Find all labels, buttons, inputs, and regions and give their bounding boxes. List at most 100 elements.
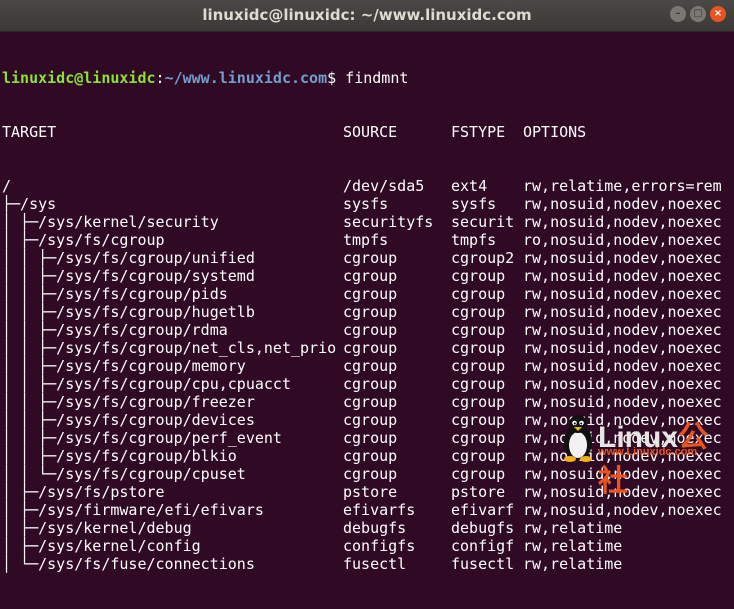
table-row: / /dev/sda5 ext4 rw,relatime,errors=rem — [2, 177, 734, 195]
cell-source: cgroup — [343, 339, 398, 357]
cell-target: │ │ ├─/sys/fs/cgroup/cpu,cpuacct — [2, 375, 291, 393]
table-row: ├─/sys sysfs sysfs rw,nosuid,nodev,noexec — [2, 195, 734, 213]
watermark-url: www.Linuxidc.com — [598, 446, 698, 458]
cell-source: cgroup — [343, 357, 398, 375]
mount-table: //dev/sda5 ext4 rw,relatime,errors=rem ├─/s… — [2, 177, 734, 573]
prompt-symbol: $ — [327, 69, 337, 87]
table-header: TARGET SOURCE FSTYPE OPTIONS — [2, 123, 734, 141]
cell-source: cgroup — [343, 411, 398, 429]
cell-fstype: sysfs — [451, 195, 497, 213]
cell-options: rw,nosuid,nodev,noexec — [523, 339, 722, 357]
cell-options: rw,nosuid,nodev,noexec — [523, 249, 722, 267]
table-row: │ │ ├─/sys/fs/cgroup/cpu,cpuacct cgroup cg… — [2, 375, 734, 393]
prompt-path: ~/www.linuxidc.com — [164, 69, 328, 87]
cell-options: rw,nosuid,nodev,noexec — [523, 303, 722, 321]
cell-target: │ ├─/sys/fs/pstore — [2, 483, 165, 501]
table-row: │ │ ├─/sys/fs/cgroup/memory cgroup cgroup r… — [2, 357, 734, 375]
cell-target: │ │ ├─/sys/fs/cgroup/memory — [2, 357, 246, 375]
cell-fstype: cgroup — [451, 339, 506, 357]
cell-options: rw,nosuid,nodev,noexec — [523, 321, 722, 339]
table-row: │ │ ├─/sys/fs/cgroup/freezer cgroup cgroup… — [2, 393, 734, 411]
cell-source: cgroup — [343, 465, 398, 483]
cell-options: rw,nosuid,nodev,noexec — [523, 393, 722, 411]
cell-source: /dev/sda5 — [343, 177, 425, 195]
header-target: TARGET — [2, 123, 57, 141]
table-row: │ │ ├─/sys/fs/cgroup/pids cgroup cgroup rw,… — [2, 285, 734, 303]
cell-source: tmpfs — [343, 231, 389, 249]
table-row: │ │ ├─/sys/fs/cgroup/hugetlb cgroup cgroup… — [2, 303, 734, 321]
title-bar[interactable]: linuxidc@linuxidc: ~/www.linuxidc.com – … — [0, 0, 734, 32]
cell-target: │ │ ├─/sys/fs/cgroup/hugetlb — [2, 303, 255, 321]
cell-source: efivarfs — [343, 501, 416, 519]
penguin-icon — [564, 415, 592, 462]
cell-target: │ ├─/sys/firmware/efi/efivars — [2, 501, 264, 519]
cell-source: cgroup — [343, 375, 398, 393]
cell-source: cgroup — [343, 393, 398, 411]
cell-target: │ │ ├─/sys/fs/cgroup/net_cls,net_prio — [2, 339, 337, 357]
cell-options: rw,nosuid,nodev,noexec — [523, 267, 722, 285]
cell-fstype: cgroup — [451, 357, 506, 375]
cell-source: cgroup — [343, 429, 398, 447]
table-row: │ └─/sys/fs/fuse/connections fusectl fusec… — [2, 555, 734, 573]
terminal-output[interactable]: linuxidc@linuxidc:~/www.linuxidc.com$ fi… — [2, 33, 734, 573]
table-row: │ │ ├─/sys/fs/cgroup/rdma cgroup cgroup rw,… — [2, 321, 734, 339]
cell-fstype: cgroup — [451, 429, 506, 447]
cell-source: fusectl — [343, 555, 407, 573]
cell-target: │ ├─/sys/kernel/security — [2, 213, 219, 231]
table-row: │ │ ├─/sys/fs/cgroup/net_cls,net_prio cgr… — [2, 339, 734, 357]
cell-target: │ │ ├─/sys/fs/cgroup/perf_event — [2, 429, 282, 447]
cell-fstype: cgroup — [451, 303, 506, 321]
prompt-separator: : — [155, 69, 165, 87]
maximize-button[interactable]: □ — [690, 6, 706, 22]
cell-source: pstore — [343, 483, 398, 501]
cell-fstype: cgroup — [451, 393, 506, 411]
cell-fstype: cgroup — [451, 447, 506, 465]
header-fstype: FSTYPE — [451, 123, 506, 141]
terminal-window: linuxidc@linuxidc: ~/www.linuxidc.com – … — [0, 0, 734, 573]
cell-fstype: efivarf — [451, 501, 515, 519]
cell-source: cgroup — [343, 249, 398, 267]
cell-source: securityfs — [343, 213, 434, 231]
cell-source: sysfs — [343, 195, 389, 213]
cell-fstype: cgroup — [451, 411, 506, 429]
header-options: OPTIONS — [523, 123, 587, 141]
cell-fstype: ext4 — [451, 177, 488, 195]
cell-options: rw,relatime — [523, 555, 623, 573]
command-text: findmnt — [336, 69, 409, 87]
cell-options: ro,nosuid,nodev,noexec — [523, 231, 722, 249]
cell-target: │ │ ├─/sys/fs/cgroup/freezer — [2, 393, 255, 411]
prompt-line: linuxidc@linuxidc:~/www.linuxidc.com$ fi… — [2, 69, 734, 87]
table-row: │ │ ├─/sys/fs/cgroup/systemd cgroup cgroup… — [2, 267, 734, 285]
cell-target: │ │ ├─/sys/fs/cgroup/unified — [2, 249, 255, 267]
table-row: │ ├─/sys/kernel/debug debugfs debugfs rw,re… — [2, 519, 734, 537]
cell-target: │ │ ├─/sys/fs/cgroup/rdma — [2, 321, 228, 339]
window-title: linuxidc@linuxidc: ~/www.linuxidc.com — [202, 6, 532, 24]
window-controls: – □ × — [670, 6, 726, 22]
cell-target: │ ├─/sys/kernel/config — [2, 537, 201, 555]
close-button[interactable]: × — [710, 6, 726, 22]
cell-source: cgroup — [343, 267, 398, 285]
cell-target: │ ├─/sys/fs/cgroup — [2, 231, 165, 249]
cell-target: │ └─/sys/fs/fuse/connections — [2, 555, 255, 573]
cell-options: rw,nosuid,nodev,noexec — [523, 357, 722, 375]
table-row: │ ├─/sys/fs/cgroup tmpfs tmpfs ro,nosuid,no… — [2, 231, 734, 249]
table-row: │ ├─/sys/kernel/config configfs configf rw,… — [2, 537, 734, 555]
cell-target: │ │ └─/sys/fs/cgroup/cpuset — [2, 465, 246, 483]
cell-fstype: pstore — [451, 483, 506, 501]
cell-options: rw,nosuid,nodev,noexec — [523, 375, 722, 393]
cell-fstype: tmpfs — [451, 231, 497, 249]
cell-target: ├─/sys — [2, 195, 57, 213]
cell-target: │ │ ├─/sys/fs/cgroup/blkio — [2, 447, 237, 465]
cell-target: │ │ ├─/sys/fs/cgroup/pids — [2, 285, 228, 303]
cell-fstype: cgroup — [451, 321, 506, 339]
cell-source: cgroup — [343, 285, 398, 303]
cell-fstype: cgroup — [451, 285, 506, 303]
table-row: │ ├─/sys/firmware/efi/efivars efivarfs efi… — [2, 501, 734, 519]
minimize-button[interactable]: – — [670, 6, 686, 22]
cell-fstype: cgroup — [451, 267, 506, 285]
cell-source: debugfs — [343, 519, 407, 537]
cell-fstype: fusectl — [451, 555, 515, 573]
table-row: │ │ ├─/sys/fs/cgroup/unified cgroup cgroup… — [2, 249, 734, 267]
cell-options: rw,nosuid,nodev,noexec — [523, 195, 722, 213]
cell-fstype: cgroup2 — [451, 249, 515, 267]
